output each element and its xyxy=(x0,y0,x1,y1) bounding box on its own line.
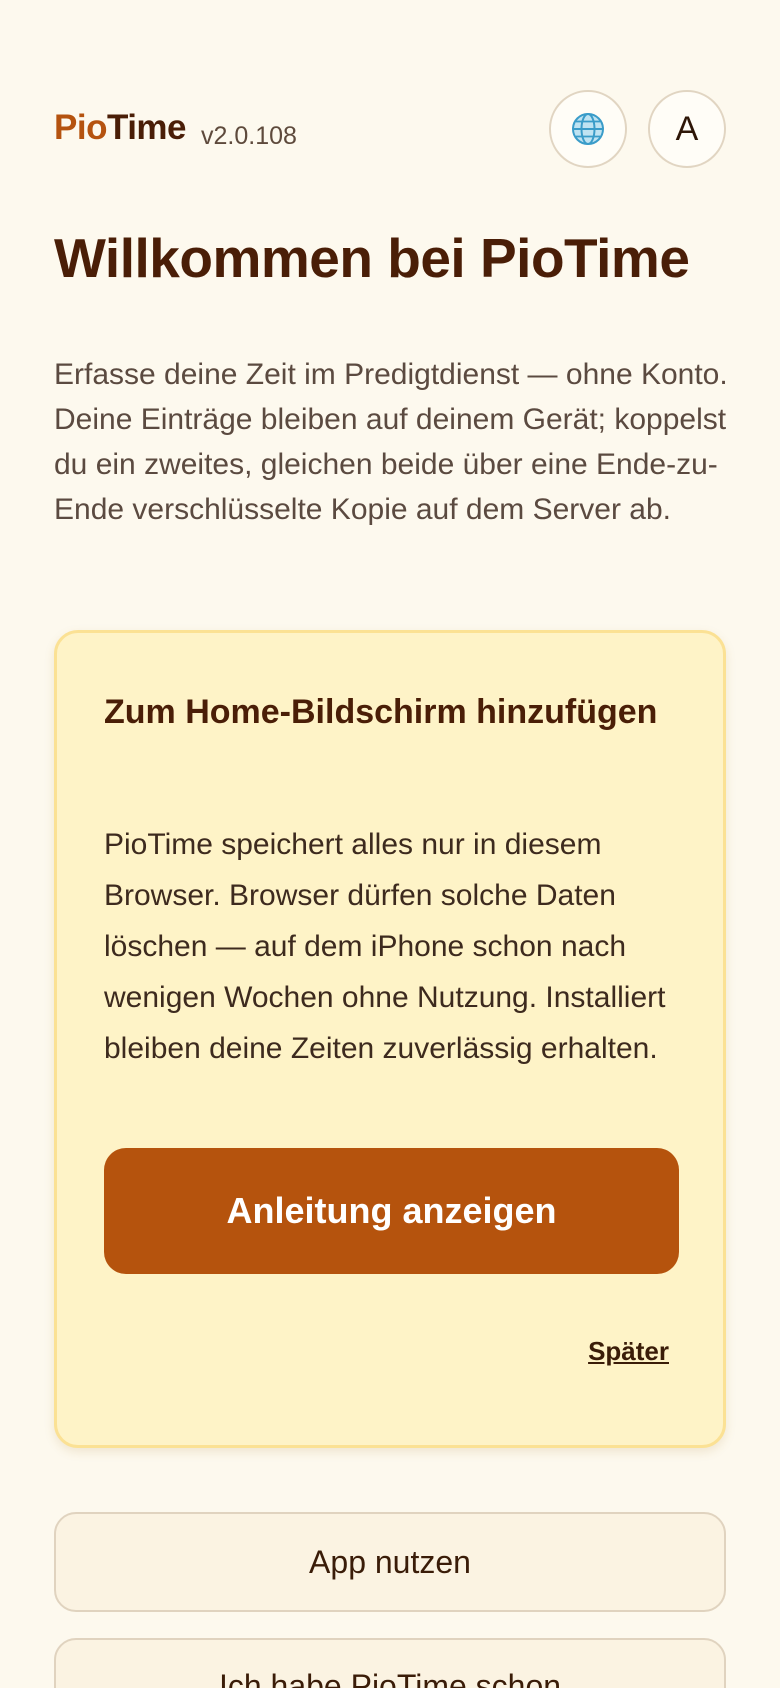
avatar-initial: A xyxy=(675,109,699,148)
install-card-title: Zum Home-Bildschirm hinzufügen xyxy=(104,693,658,731)
app-header: PioTime v2.0.108 A xyxy=(54,90,726,172)
language-button[interactable] xyxy=(549,90,627,168)
globe-icon xyxy=(572,113,604,145)
page-title: Willkommen bei PioTime xyxy=(54,227,690,289)
logo-part-time: Time xyxy=(106,108,187,147)
welcome-page: PioTime v2.0.108 A Willkommen bei PioTim… xyxy=(0,0,780,1688)
use-app-button[interactable]: App nutzen xyxy=(54,1512,726,1612)
later-link[interactable]: Später xyxy=(588,1336,669,1367)
have-piotime-button[interactable]: Ich habe PioTime schon xyxy=(54,1638,726,1688)
account-avatar-button[interactable]: A xyxy=(648,90,726,168)
app-version: v2.0.108 xyxy=(201,122,297,150)
intro-text: Erfasse deine Zeit im Predigtdienst — oh… xyxy=(54,358,728,526)
install-hint-card: Zum Home-Bildschirm hinzufügen PioTime s… xyxy=(54,630,726,1448)
app-logo: PioTime xyxy=(54,108,187,148)
install-card-text: PioTime speichert alles nur in diesem Br… xyxy=(104,828,666,1065)
logo-part-pio: Pio xyxy=(54,108,107,147)
show-guide-button[interactable]: Anleitung anzeigen xyxy=(104,1148,679,1274)
